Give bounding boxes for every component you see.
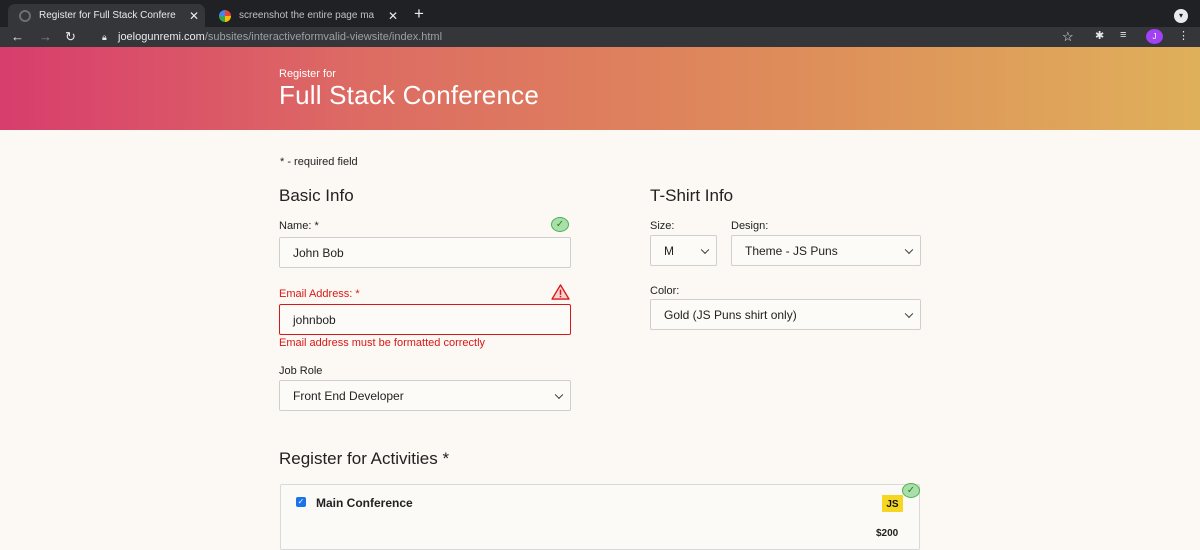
job-role-label: Job Role	[279, 365, 323, 377]
email-field[interactable]: johnbob	[279, 304, 571, 335]
email-label: Email Address: *	[279, 288, 360, 300]
basic-info-heading: Basic Info	[279, 186, 354, 205]
job-role-value: Front End Developer	[293, 388, 404, 403]
activity-main-conference[interactable]: ✓ Main Conference JS ✓ $200	[280, 483, 920, 550]
job-role-select[interactable]: Front End Developer	[279, 380, 571, 411]
kebab-menu-icon[interactable]: ⋮	[1178, 29, 1189, 42]
back-arrow-icon[interactable]: ←	[11, 28, 24, 46]
tab-title: Register for Full Stack Confere	[39, 10, 176, 21]
color-value: Gold (JS Puns shirt only)	[664, 307, 797, 322]
bookmark-star-icon[interactable]: ☆	[1062, 28, 1074, 46]
browser-tab-bar: Register for Full Stack Confere ✕ screen…	[0, 0, 1200, 27]
forward-arrow-icon[interactable]: →	[39, 28, 52, 46]
tshirt-info-heading: T-Shirt Info	[650, 186, 734, 205]
close-tab-icon[interactable]: ✕	[382, 9, 404, 23]
required-field-note: * - required field	[280, 156, 358, 168]
main-conference-checkbox[interactable]: ✓	[296, 497, 306, 507]
size-select[interactable]: M	[650, 235, 717, 266]
page-header: Register for Full Stack Conference	[0, 47, 1200, 130]
profile-avatar[interactable]: J	[1146, 29, 1163, 44]
design-select[interactable]: Theme - JS Puns	[731, 235, 921, 266]
valid-check-icon: ✓	[902, 483, 920, 498]
warning-icon	[551, 284, 570, 300]
tab-register-conference[interactable]: Register for Full Stack Confere ✕	[8, 4, 205, 27]
name-label: Name: *	[279, 220, 319, 232]
js-badge-icon: JS	[882, 495, 903, 512]
close-tab-icon[interactable]: ✕	[183, 9, 205, 23]
tab-screenshot-search[interactable]: screenshot the entire page ma ✕	[208, 4, 404, 27]
lock-icon[interactable]: 🔒︎	[102, 28, 107, 46]
color-label: Color:	[650, 285, 680, 297]
design-label: Design:	[731, 220, 769, 232]
address-bar[interactable]: 🔒︎ joelogunremi.com/subsites/interactive…	[92, 28, 1092, 46]
chevron-down-icon	[554, 390, 564, 399]
activity-price: $200	[876, 528, 899, 539]
url-text: joelogunremi.com/subsites/interactivefor…	[118, 28, 442, 46]
activity-name: Main Conference	[316, 496, 413, 510]
design-value: Theme - JS Puns	[745, 243, 838, 258]
url-path: /subsites/interactiveformvalid-viewsite/…	[204, 31, 443, 43]
extensions-puzzle-icon[interactable]: ✱	[1095, 29, 1104, 42]
chevron-down-icon	[904, 245, 914, 254]
chevron-down-icon	[904, 309, 914, 318]
valid-check-icon: ✓	[551, 217, 569, 232]
header-subtitle: Register for	[279, 68, 336, 80]
new-tab-button[interactable]: +	[414, 4, 424, 24]
tab-title: screenshot the entire page ma	[239, 10, 375, 21]
chevron-down-icon	[700, 245, 710, 254]
color-select[interactable]: Gold (JS Puns shirt only)	[650, 299, 921, 330]
browser-toolbar: ← → ↻ 🔒︎ joelogunremi.com/subsites/inter…	[0, 27, 1200, 47]
page-title: Full Stack Conference	[279, 80, 539, 110]
google-favicon-icon	[219, 9, 231, 22]
size-label: Size:	[650, 220, 675, 232]
activities-heading: Register for Activities *	[279, 449, 450, 468]
email-error-message: Email address must be formatted correctl…	[279, 337, 486, 349]
name-field[interactable]: John Bob	[279, 237, 571, 268]
reload-icon[interactable]: ↻	[65, 28, 76, 46]
media-control-icon[interactable]: ≡	[1120, 29, 1126, 41]
size-value: M	[664, 243, 674, 258]
tab-search-icon[interactable]: ▾	[1174, 9, 1188, 23]
page-favicon-icon	[19, 9, 31, 22]
url-host: joelogunremi.com	[118, 31, 205, 43]
